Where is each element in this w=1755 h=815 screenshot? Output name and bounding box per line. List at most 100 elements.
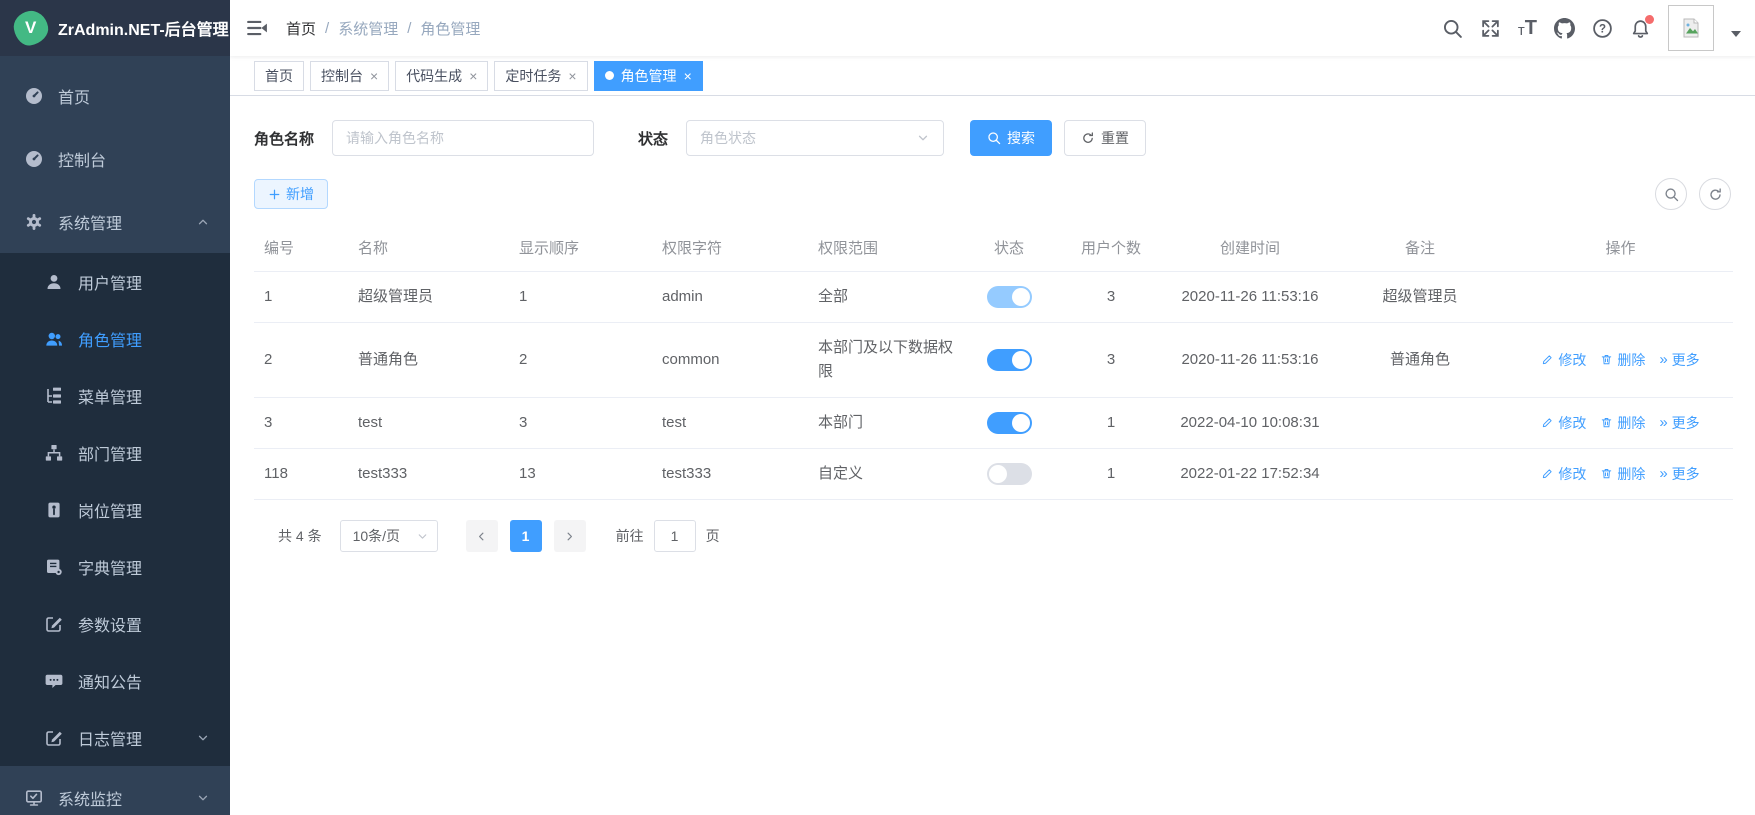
trash-icon	[1600, 467, 1613, 480]
delete-link[interactable]: 删除	[1600, 412, 1645, 434]
role-management-page: 角色名称 状态 角色状态 搜索 重置 新增	[230, 96, 1755, 552]
sidebar-item-notice[interactable]: 通知公告	[0, 652, 230, 709]
edit-link[interactable]: 修改	[1541, 412, 1586, 434]
sidebar-item-post-mgmt[interactable]: 岗位管理	[0, 481, 230, 538]
sidebar-item-label: 角色管理	[78, 327, 142, 351]
role-name-input[interactable]	[332, 120, 594, 156]
cell-ops: 修改 删除 »更多	[1518, 411, 1723, 435]
sidebar-item-label: 用户管理	[78, 270, 142, 294]
sidebar-item-label: 部门管理	[78, 441, 142, 465]
table-row: 1 超级管理员 1 admin 全部 3 2020-11-26 11:53:16…	[254, 272, 1733, 323]
breadcrumb-separator: /	[325, 20, 329, 37]
dashboard-icon	[24, 86, 44, 106]
sidebar-item-label: 系统管理	[58, 210, 122, 234]
chevron-down-icon	[196, 791, 210, 805]
sidebar-item-label: 菜单管理	[78, 384, 142, 408]
toggle-search-button[interactable]	[1655, 178, 1687, 210]
cell-id: 118	[254, 449, 348, 500]
notifications-bell-icon[interactable]	[1630, 18, 1651, 39]
breadcrumb-home[interactable]: 首页	[286, 18, 316, 39]
tab-console[interactable]: 控制台×	[310, 61, 389, 91]
hamburger-icon[interactable]	[246, 17, 268, 39]
status-toggle[interactable]	[987, 412, 1032, 434]
caret-down-icon[interactable]	[1731, 31, 1741, 42]
tab-scheduled-tasks[interactable]: 定时任务×	[494, 61, 587, 91]
more-link[interactable]: »更多	[1659, 411, 1699, 435]
sidebar-item-user-mgmt[interactable]: 用户管理	[0, 253, 230, 310]
sidebar-item-log-mgmt[interactable]: 日志管理	[0, 709, 230, 766]
status-toggle[interactable]	[987, 349, 1032, 371]
tags-view-bar: 首页 控制台× 代码生成× 定时任务× 角色管理×	[230, 56, 1755, 96]
delete-link[interactable]: 删除	[1600, 349, 1645, 371]
next-page-button[interactable]	[554, 520, 586, 552]
dict-icon	[44, 557, 64, 577]
navbar: 首页 / 系统管理 / 角色管理 тT	[230, 0, 1755, 56]
cell-created: 2022-01-22 17:52:34	[1168, 449, 1332, 500]
app-title: ZrAdmin.NET-后台管理	[58, 16, 229, 40]
goto-page-input[interactable]	[654, 520, 696, 552]
table-row: 118 test333 13 test333 自定义 1 2022-01-22 …	[254, 449, 1733, 500]
page-size-select[interactable]: 10条/页	[340, 520, 438, 552]
search-icon	[987, 131, 1001, 145]
users-icon	[44, 329, 64, 349]
cell-remark	[1332, 449, 1508, 500]
broken-image-icon	[1679, 16, 1703, 40]
system-submenu: 用户管理 角色管理 菜单管理 部门管理 岗位管理 字典管理	[0, 253, 230, 766]
page-number-1[interactable]: 1	[510, 520, 542, 552]
sidebar-item-monitor[interactable]: 系统监控	[0, 766, 230, 815]
edit-link[interactable]: 修改	[1541, 349, 1586, 371]
tab-codegen[interactable]: 代码生成×	[395, 61, 488, 91]
sidebar-item-system[interactable]: 系统管理	[0, 190, 230, 253]
search-icon[interactable]	[1442, 18, 1463, 39]
github-icon[interactable]	[1554, 18, 1575, 39]
tab-role-mgmt[interactable]: 角色管理×	[594, 61, 703, 91]
search-button[interactable]: 搜索	[970, 120, 1052, 156]
add-button[interactable]: 新增	[254, 179, 328, 209]
close-icon[interactable]: ×	[568, 69, 576, 83]
fullscreen-icon[interactable]	[1480, 18, 1501, 39]
sidebar-item-params[interactable]: 参数设置	[0, 595, 230, 652]
edit-link[interactable]: 修改	[1541, 463, 1586, 485]
status-toggle[interactable]	[987, 286, 1032, 308]
reset-button[interactable]: 重置	[1064, 120, 1146, 156]
double-chevron-icon: »	[1659, 462, 1667, 486]
delete-link[interactable]: 删除	[1600, 463, 1645, 485]
more-link[interactable]: »更多	[1659, 348, 1699, 372]
table-row: 3 test 3 test 本部门 1 2022-04-10 10:08:31 …	[254, 398, 1733, 449]
close-icon[interactable]: ×	[370, 69, 378, 83]
cell-perm: admin	[652, 272, 808, 323]
chevron-down-icon	[416, 530, 429, 543]
sidebar: V ZrAdmin.NET-后台管理 首页 控制台 系统管理 用户管理 角色管理	[0, 0, 230, 815]
org-icon	[44, 443, 64, 463]
sidebar-item-console[interactable]: 控制台	[0, 127, 230, 190]
message-icon	[44, 671, 64, 691]
more-link[interactable]: »更多	[1659, 462, 1699, 486]
close-icon[interactable]: ×	[469, 69, 477, 83]
sidebar-item-role-mgmt[interactable]: 角色管理	[0, 310, 230, 367]
double-chevron-icon: »	[1659, 411, 1667, 435]
status-toggle[interactable]	[987, 463, 1032, 485]
prev-page-button[interactable]	[466, 520, 498, 552]
cell-perm: test333	[652, 449, 808, 500]
chevron-down-icon	[916, 131, 930, 145]
chevron-down-icon	[196, 731, 210, 745]
search-icon	[1664, 187, 1679, 202]
sidebar-item-dict-mgmt[interactable]: 字典管理	[0, 538, 230, 595]
pencil-icon	[1541, 416, 1554, 429]
refresh-button[interactable]	[1699, 178, 1731, 210]
table-row: 2 普通角色 2 common 本部门及以下数据权限 3 2020-11-26 …	[254, 323, 1733, 398]
cell-perm: common	[652, 323, 808, 398]
sidebar-item-dept-mgmt[interactable]: 部门管理	[0, 424, 230, 481]
app-logo[interactable]: V ZrAdmin.NET-后台管理	[0, 0, 230, 56]
help-icon[interactable]	[1592, 18, 1613, 39]
tab-home[interactable]: 首页	[254, 61, 304, 91]
sidebar-item-menu-mgmt[interactable]: 菜单管理	[0, 367, 230, 424]
goto-suffix-label: 页	[706, 526, 720, 546]
font-size-icon[interactable]: тT	[1518, 18, 1537, 38]
close-icon[interactable]: ×	[684, 69, 692, 83]
role-status-select[interactable]: 角色状态	[686, 120, 944, 156]
refresh-icon	[1708, 187, 1723, 202]
cell-remark: 普通角色	[1332, 323, 1508, 398]
sidebar-item-home[interactable]: 首页	[0, 64, 230, 127]
avatar[interactable]	[1668, 5, 1714, 51]
